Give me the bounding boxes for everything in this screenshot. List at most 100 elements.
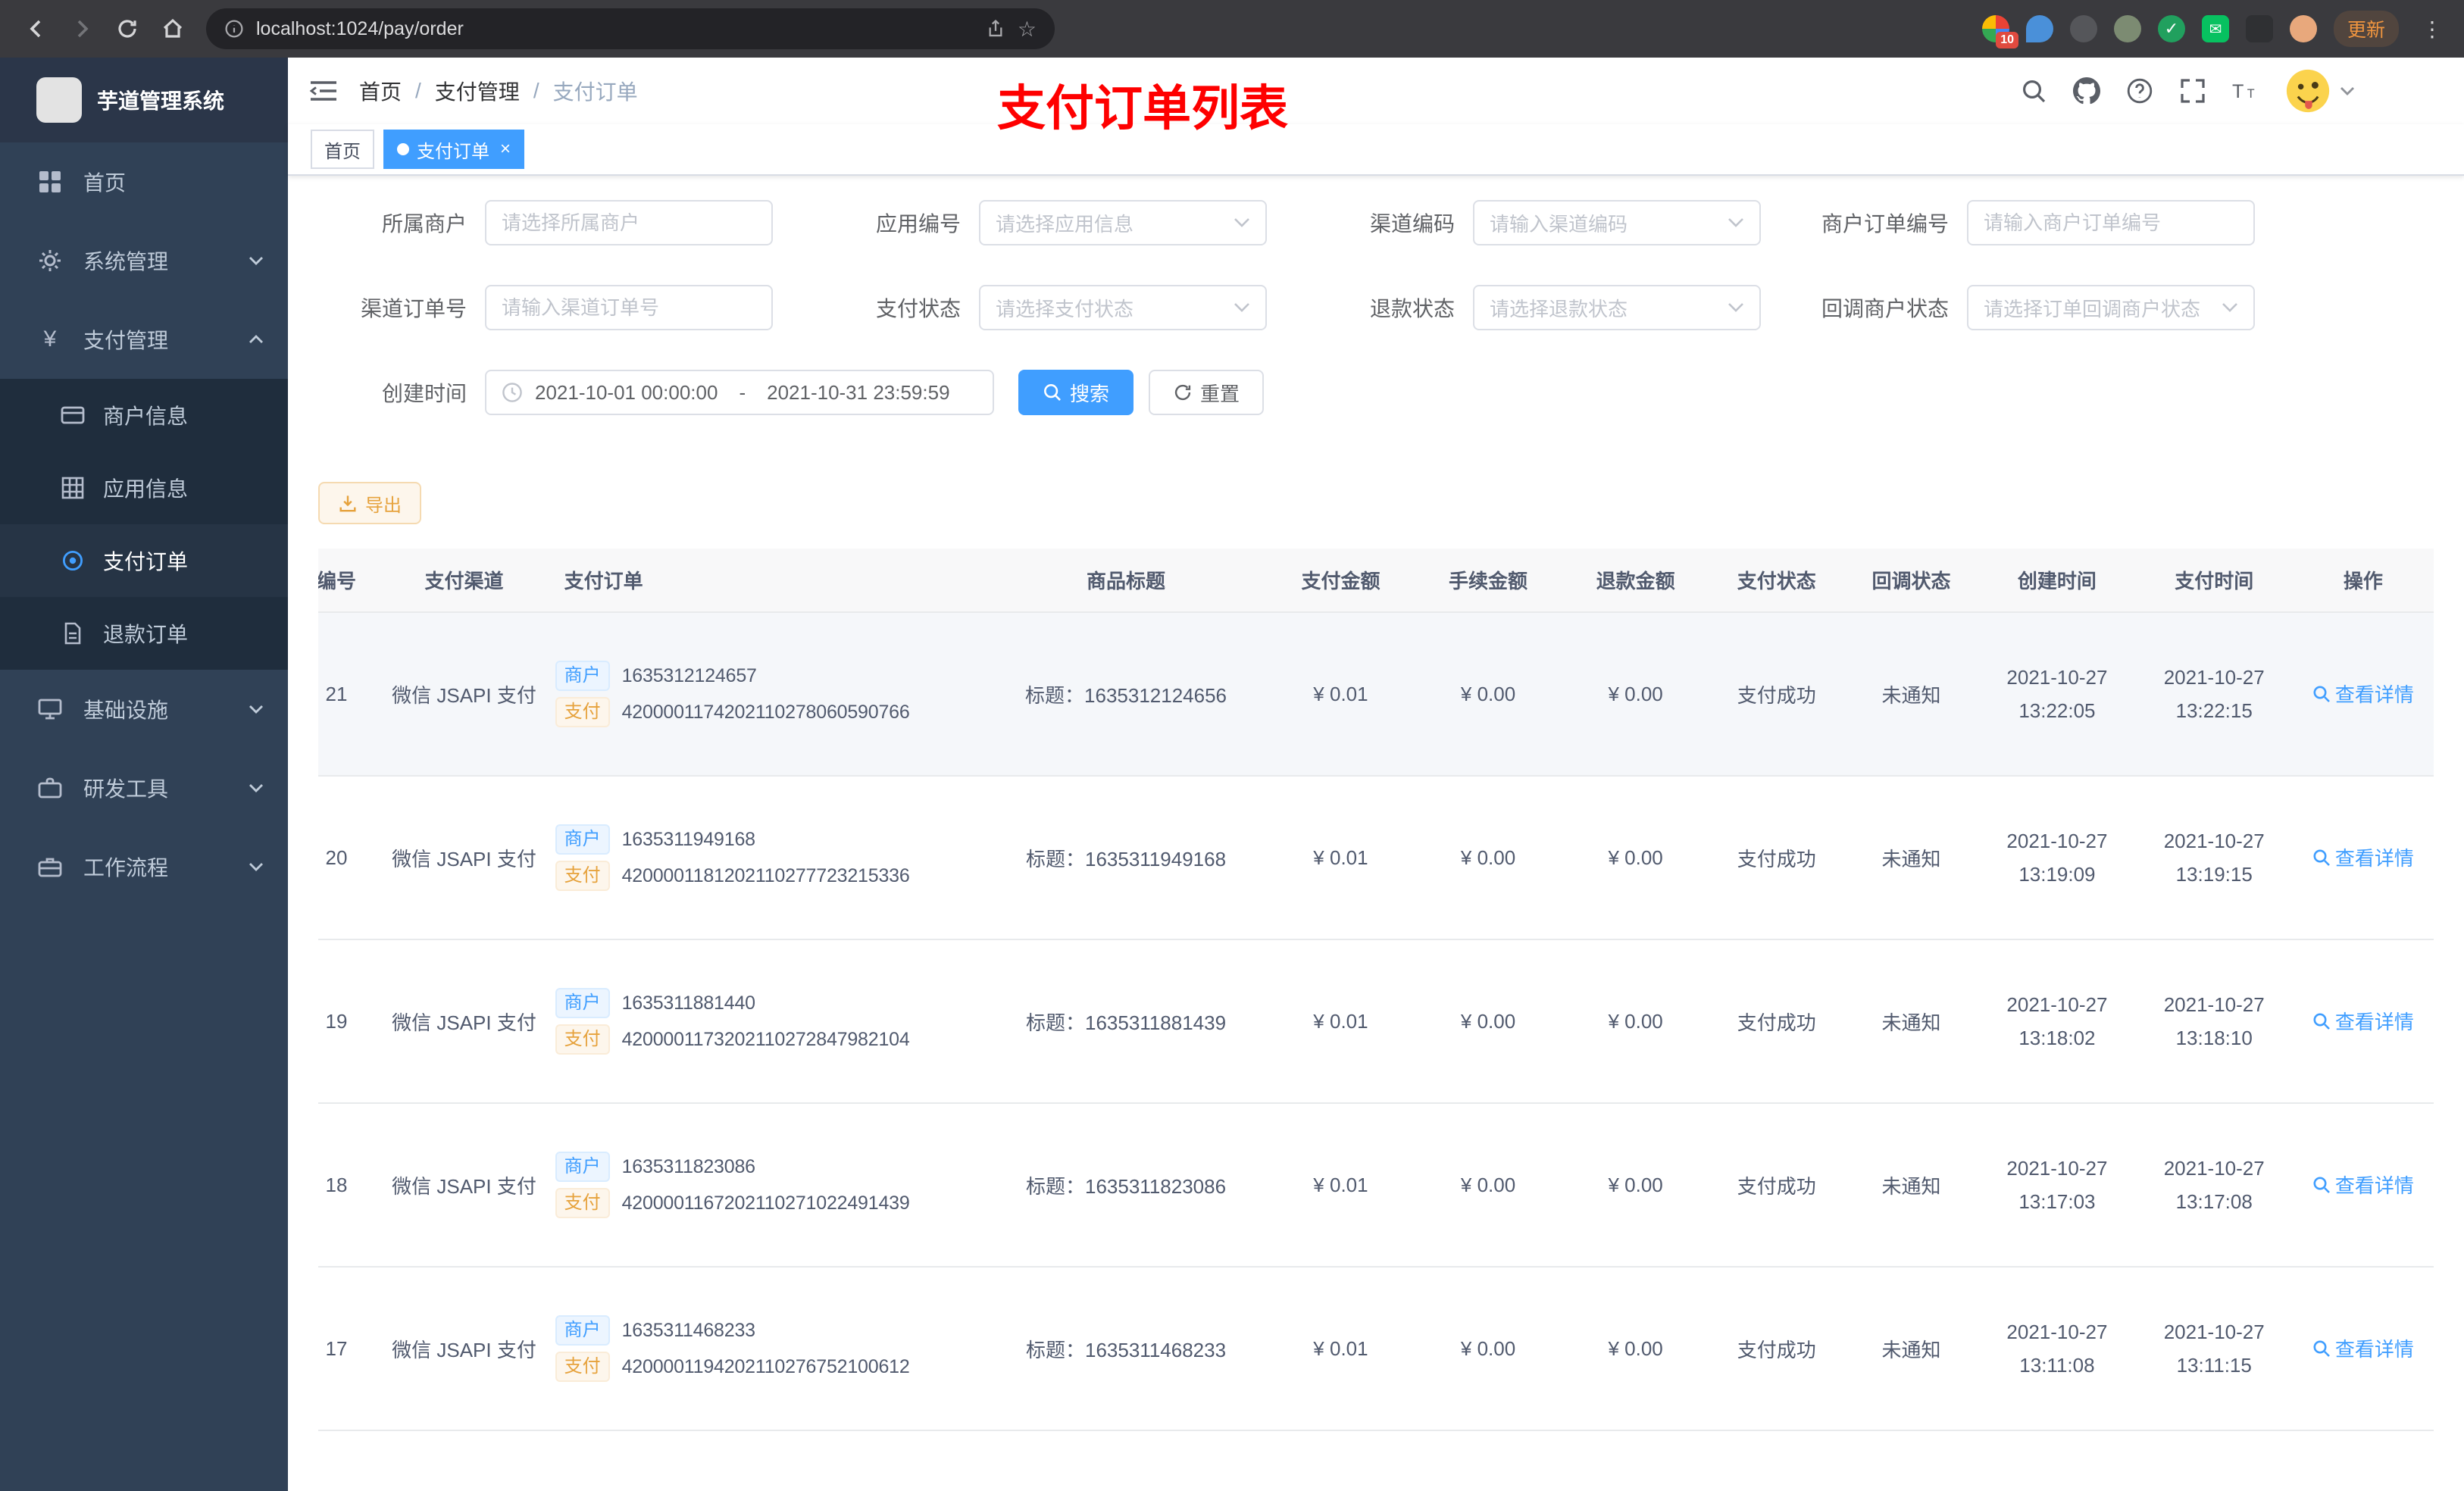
tab-home[interactable]: 首页 (311, 130, 374, 169)
view-detail-link[interactable]: 查看详情 (2312, 843, 2414, 871)
browser-update-button[interactable]: 更新 (2333, 11, 2399, 47)
toolbox-icon (38, 855, 62, 879)
forward-icon[interactable] (61, 8, 103, 50)
extension-chat-icon[interactable]: ✉ (2201, 15, 2229, 42)
app-select[interactable]: 请选择应用信息 (979, 200, 1267, 245)
sidebar-item-merchant-info[interactable]: 商户信息 (0, 379, 288, 452)
home-icon[interactable] (152, 8, 194, 50)
sidebar-item-refund-order[interactable]: 退款订单 (0, 597, 288, 670)
filter-row-2: 渠道订单号 支付状态 请选择支付状态 退款状态 请选择退款状态 (318, 285, 2434, 330)
sidebar-logo[interactable]: 芋道管理系统 (0, 58, 288, 142)
clock-icon (502, 382, 523, 403)
bookmark-star-icon[interactable]: ☆ (1018, 17, 1037, 42)
briefcase-icon (38, 776, 62, 800)
table-row-partial: 商户1635311351736 (318, 1430, 2434, 1491)
reset-button[interactable]: 重置 (1149, 370, 1265, 415)
sidebar-item-pay-order[interactable]: 支付订单 (0, 524, 288, 597)
filter-label: 所属商户 (381, 212, 467, 236)
chevron-down-icon (249, 256, 264, 265)
back-icon[interactable] (15, 8, 58, 50)
merchant-input[interactable] (485, 200, 773, 245)
filter-label: 退款状态 (1369, 297, 1455, 320)
filter-label: 渠道订单号 (360, 297, 467, 320)
app-root: 芋道管理系统 首页 系统管理 ¥ 支付管理 商户信息 应用信息 支付订单 退款订… (0, 58, 2464, 1491)
export-button[interactable]: 导出 (318, 482, 421, 524)
sidebar-item-home[interactable]: 首页 (0, 142, 288, 221)
extension-drop-icon[interactable] (2025, 15, 2053, 42)
filter-label: 支付状态 (875, 297, 961, 320)
view-detail-link[interactable]: 查看详情 (2312, 1171, 2414, 1199)
notify-status-select[interactable]: 请选择订单回调商户状态 (1967, 285, 2255, 330)
tab-pay-order[interactable]: 支付订单 × (383, 130, 525, 169)
page-annotation: 支付订单列表 (997, 81, 1288, 136)
menu-fold-icon[interactable] (288, 80, 359, 102)
breadcrumb-pay[interactable]: 支付管理 (435, 76, 520, 106)
fullscreen-icon[interactable] (2179, 77, 2206, 105)
refund-status-select[interactable]: 请选择退款状态 (1473, 285, 1761, 330)
channel-order-no-input[interactable] (485, 285, 773, 330)
sidebar-item-system[interactable]: 系统管理 (0, 221, 288, 300)
user-menu[interactable] (2285, 68, 2355, 114)
card-icon (61, 403, 85, 427)
sidebar-item-app-info[interactable]: 应用信息 (0, 452, 288, 524)
view-detail-link[interactable]: 查看详情 (2312, 1334, 2414, 1362)
share-icon[interactable] (986, 19, 1005, 39)
refresh-icon[interactable] (106, 8, 149, 50)
tags-view: 首页 支付订单 × (288, 124, 2464, 176)
pay-status-select[interactable]: 请选择支付状态 (979, 285, 1267, 330)
merchant-order-no-input[interactable] (1967, 200, 2255, 245)
extension-gray-icon[interactable] (2113, 15, 2141, 42)
browser-toolbar: localhost:1024/pay/order ☆ 10 ✓ ✉ 更新 ⋮ (0, 0, 2464, 58)
chevron-down-icon (1728, 302, 1744, 313)
close-tab-icon[interactable]: × (500, 139, 511, 160)
extension-pin-icon[interactable] (2245, 15, 2273, 42)
extension-colorful-icon[interactable]: 10 (1981, 15, 2018, 48)
help-icon[interactable] (2126, 77, 2153, 105)
logo-avatar (36, 77, 82, 123)
view-detail-link[interactable]: 查看详情 (2312, 680, 2414, 708)
create-time-range-picker[interactable]: 2021-10-01 00:00:00 - 2021-10-31 23:59:5… (485, 370, 994, 415)
chevron-down-icon (1234, 302, 1250, 313)
breadcrumb: 首页 / 支付管理 / 支付订单 (359, 76, 638, 106)
table-header-row: 编号 支付渠道 支付订单 商品标题 支付金额 手续金额 退款金额 支付状态 回调… (318, 549, 2434, 613)
magnifier-icon (2313, 1340, 2330, 1357)
chevron-down-icon (1234, 217, 1250, 228)
sidebar-item-workflow[interactable]: 工作流程 (0, 827, 288, 906)
pay-tag: 支付 (555, 1024, 610, 1055)
filter-row-1: 所属商户 应用编号 请选择应用信息 渠道编码 请输入渠道编码 (318, 200, 2434, 245)
breadcrumb-home[interactable]: 首页 (359, 76, 402, 106)
magnifier-icon (2313, 849, 2330, 866)
pay-tag: 支付 (555, 1352, 610, 1382)
font-size-icon[interactable]: TT (2232, 77, 2259, 105)
site-info-icon[interactable] (224, 19, 244, 39)
filter-label: 创建时间 (381, 382, 467, 405)
search-button[interactable]: 搜索 (1018, 370, 1134, 415)
payment-submenu: 商户信息 应用信息 支付订单 退款订单 (0, 379, 288, 670)
view-detail-link[interactable]: 查看详情 (2312, 1007, 2414, 1035)
browser-menu-icon[interactable]: ⋮ (2416, 17, 2449, 42)
filter-label: 回调商户状态 (1821, 297, 1949, 320)
table-row: 21 微信 JSAPI 支付 商户 1635312124657 支付 4200001… (318, 612, 2434, 777)
chevron-down-icon (249, 783, 264, 792)
date-start-value: 2021-10-01 00:00:00 (535, 380, 718, 404)
channel-code-select[interactable]: 请输入渠道编码 (1473, 200, 1761, 245)
github-icon[interactable] (2073, 77, 2100, 105)
extension-dark-icon[interactable] (2069, 15, 2097, 42)
active-tab-dot (397, 143, 409, 155)
sidebar-item-infrastructure[interactable]: 基础设施 (0, 670, 288, 749)
profile-avatar[interactable] (2289, 15, 2317, 42)
table-row: 20 微信 JSAPI 支付 商户 1635311949168 支付 4200001… (318, 776, 2434, 940)
address-bar[interactable]: localhost:1024/pay/order ☆ (206, 8, 1055, 49)
filter-row-3: 创建时间 2021-10-01 00:00:00 - 2021-10-31 23… (318, 370, 2434, 415)
table-row: 18 微信 JSAPI 支付 商户 1635311823086 支付 4200001… (318, 1103, 2434, 1268)
extension-check-icon[interactable]: ✓ (2157, 15, 2185, 42)
document-icon (61, 621, 85, 645)
browser-window: localhost:1024/pay/order ☆ 10 ✓ ✉ 更新 ⋮ 芋… (0, 0, 2464, 1491)
filter-label: 渠道编码 (1369, 212, 1455, 236)
chevron-down-icon (249, 705, 264, 714)
search-icon[interactable] (2020, 77, 2047, 105)
target-icon (61, 549, 85, 573)
merchant-tag: 商户 (555, 661, 610, 691)
sidebar-item-devtools[interactable]: 研发工具 (0, 749, 288, 827)
sidebar-item-payment[interactable]: ¥ 支付管理 (0, 300, 288, 379)
